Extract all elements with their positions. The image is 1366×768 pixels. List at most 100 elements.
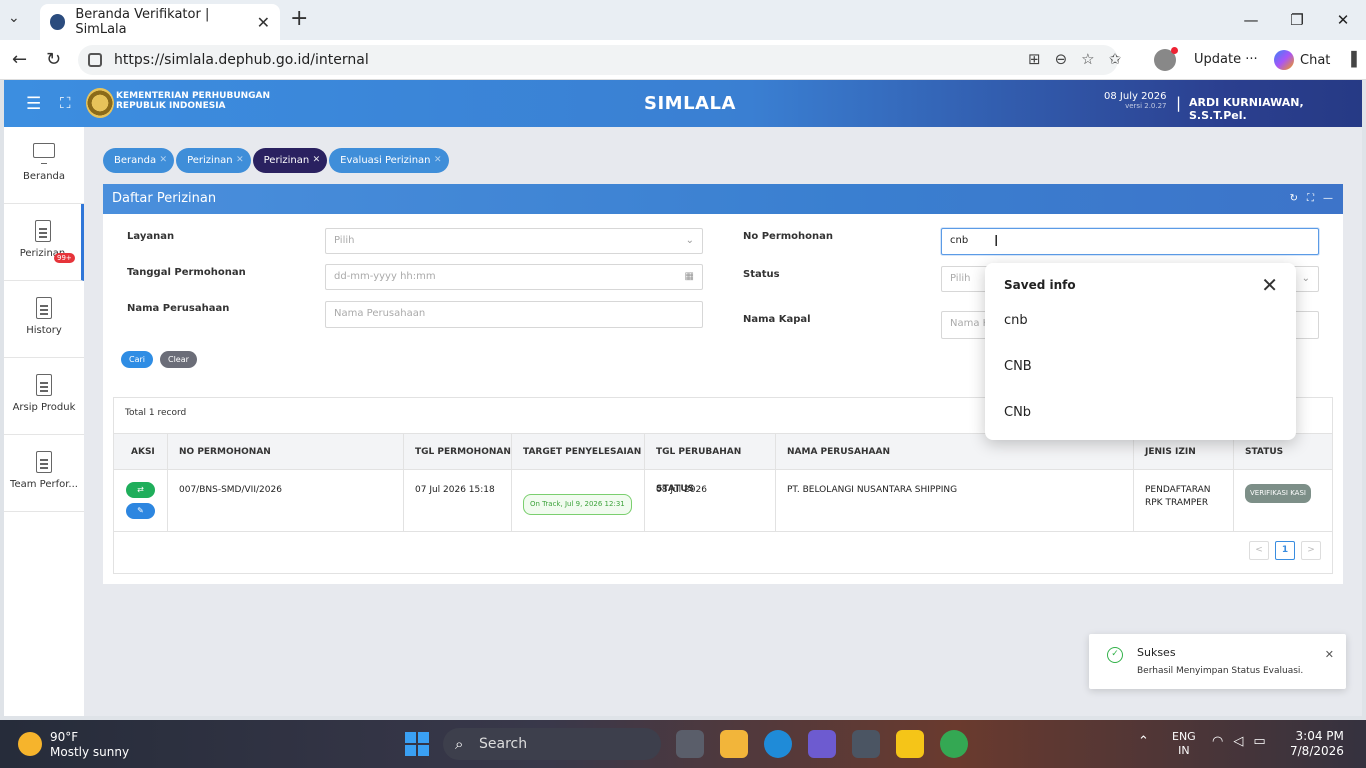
document-icon bbox=[36, 297, 52, 319]
text-cursor-icon: I bbox=[994, 232, 999, 250]
zoom-icon[interactable]: ⊖ bbox=[1055, 50, 1068, 68]
layanan-select[interactable]: Pilih ⌄ bbox=[325, 228, 703, 254]
battery-icon[interactable]: ▭ bbox=[1253, 734, 1265, 749]
system-tray: ⌃ bbox=[1138, 734, 1149, 749]
prev-page-button[interactable]: < bbox=[1249, 541, 1269, 560]
table-row: ⇄ ✎ 007/BNS-SMD/VII/2026 07 Jul 2026 15:… bbox=[114, 470, 1332, 532]
browser-tab[interactable]: Beranda Verifikator | SimLala ✕ bbox=[40, 4, 280, 40]
language-indicator[interactable]: ENG IN bbox=[1172, 730, 1196, 758]
tanggal-permohonan-label: Tanggal Permohonan bbox=[127, 267, 246, 278]
crumb-label: Evaluasi Perizinan bbox=[340, 155, 431, 166]
close-crumb-icon[interactable]: ✕ bbox=[160, 148, 168, 173]
autofill-option[interactable]: CNb bbox=[1004, 405, 1031, 420]
autofill-option[interactable]: cnb bbox=[1004, 313, 1028, 328]
weather-widget[interactable]: 90°F Mostly sunny bbox=[18, 730, 129, 760]
ministry-line1: KEMENTERIAN PERHUBUNGAN bbox=[116, 91, 271, 101]
sidebar-item-label: History bbox=[26, 325, 62, 336]
document-icon bbox=[36, 451, 52, 473]
minimize-icon[interactable]: — bbox=[1228, 0, 1274, 40]
cari-button[interactable]: Cari bbox=[121, 351, 153, 368]
browser-tabstrip: ⌄ Beranda Verifikator | SimLala ✕ + — ❐ … bbox=[0, 0, 1366, 40]
taskbar-search[interactable]: ⌕ Search bbox=[443, 728, 661, 760]
url-bar[interactable]: https://simlala.dephub.go.id/internal bbox=[78, 45, 1118, 75]
lang-primary: ENG bbox=[1172, 730, 1196, 743]
swap-action-button[interactable]: ⇄ bbox=[126, 482, 155, 498]
autofill-option[interactable]: CNB bbox=[1004, 359, 1032, 374]
update-button[interactable]: Update ··· bbox=[1194, 52, 1258, 67]
close-crumb-icon[interactable]: ✕ bbox=[434, 148, 442, 173]
crumb-perizinan-active[interactable]: Perizinan ✕ bbox=[252, 148, 328, 173]
close-window-icon[interactable]: ✕ bbox=[1320, 0, 1366, 40]
chat-label: Chat bbox=[1300, 52, 1331, 68]
nama-perusahaan-label: Nama Perusahaan bbox=[127, 303, 230, 314]
next-page-button[interactable]: > bbox=[1301, 541, 1321, 560]
crumb-evaluasi-perizinan[interactable]: Evaluasi Perizinan ✕ bbox=[329, 148, 449, 173]
nama-kapal-placeholder: Nama K bbox=[950, 318, 990, 329]
hamburger-menu-icon[interactable]: ☰ bbox=[26, 94, 41, 114]
collapse-panel-icon[interactable]: — bbox=[1323, 184, 1333, 214]
status-cell: VERIFIKASI KASI bbox=[1234, 470, 1332, 532]
app-available-icon[interactable]: ⊞ bbox=[1028, 50, 1041, 68]
tab-list-chevron-icon[interactable]: ⌄ bbox=[8, 10, 20, 26]
refresh-icon[interactable]: ↻ bbox=[46, 49, 61, 70]
chevron-down-icon: ⌄ bbox=[685, 235, 694, 246]
sticky-notes-icon[interactable] bbox=[896, 730, 924, 758]
col-no-permohonan: NO PERMOHONAN bbox=[168, 434, 404, 471]
close-icon[interactable]: ✕ bbox=[1261, 273, 1278, 297]
clock-date: 7/8/2026 bbox=[1290, 744, 1344, 758]
new-tab-icon[interactable]: + bbox=[290, 6, 308, 31]
sidebar-item-history[interactable]: History bbox=[4, 281, 84, 358]
tanggal-permohonan-input[interactable]: dd-mm-yyyy hh:mm ▦ bbox=[325, 264, 703, 290]
expand-panel-icon[interactable]: ⛶ bbox=[1307, 184, 1314, 214]
sidebar-toggle-icon[interactable]: ▌ bbox=[1351, 52, 1362, 68]
task-view-icon[interactable] bbox=[676, 730, 704, 758]
page-button-current[interactable]: 1 bbox=[1275, 541, 1295, 560]
back-icon[interactable]: ← bbox=[12, 49, 27, 70]
profile-avatar[interactable] bbox=[1154, 47, 1178, 71]
header-separator: | bbox=[1176, 94, 1182, 112]
sidebar-item-team-performance[interactable]: Team Perfor... bbox=[4, 435, 84, 512]
refresh-panel-icon[interactable]: ↻ bbox=[1290, 184, 1298, 214]
close-crumb-icon[interactable]: ✕ bbox=[236, 148, 244, 173]
wifi-icon[interactable]: ◠ bbox=[1212, 734, 1223, 749]
sidebar-item-perizinan[interactable]: Perizinan 99+ bbox=[4, 204, 84, 281]
site-info-icon[interactable] bbox=[88, 53, 102, 67]
file-explorer-icon[interactable] bbox=[720, 730, 748, 758]
check-circle-icon: ✓ bbox=[1107, 647, 1123, 663]
col-aksi: AKSI bbox=[114, 434, 168, 471]
crumb-perizinan[interactable]: Perizinan ✕ bbox=[176, 148, 251, 173]
chrome-icon[interactable] bbox=[940, 730, 968, 758]
tab-title: Beranda Verifikator | SimLala bbox=[75, 7, 210, 37]
user-name[interactable]: ARDI KURNIAWAN, S.S.T.Pel. bbox=[1189, 96, 1362, 122]
edit-action-button[interactable]: ✎ bbox=[126, 503, 155, 519]
volume-icon[interactable]: ◁ bbox=[1233, 734, 1243, 749]
copilot-chat-button[interactable]: Chat bbox=[1274, 50, 1330, 70]
camera-icon[interactable] bbox=[852, 730, 880, 758]
calendar-icon[interactable]: ▦ bbox=[685, 265, 694, 289]
site-favicon-icon bbox=[50, 14, 66, 30]
close-tab-icon[interactable]: ✕ bbox=[257, 13, 270, 32]
sidebar-item-beranda[interactable]: Beranda bbox=[4, 127, 84, 204]
edge-icon[interactable] bbox=[764, 730, 792, 758]
windows-start-icon[interactable] bbox=[405, 732, 429, 756]
fullscreen-icon[interactable]: ⛶ bbox=[60, 94, 71, 112]
close-crumb-icon[interactable]: ✕ bbox=[313, 148, 321, 173]
nama-perusahaan-placeholder: Nama Perusahaan bbox=[334, 308, 426, 319]
favorites-icon[interactable]: ✩ bbox=[1109, 50, 1122, 68]
restore-icon[interactable]: ❐ bbox=[1274, 0, 1320, 40]
sidebar-item-label: Arsip Produk bbox=[12, 402, 76, 413]
clock[interactable]: 3:04 PM 7/8/2026 bbox=[1290, 729, 1344, 759]
copilot-app-icon[interactable] bbox=[808, 730, 836, 758]
sun-icon bbox=[18, 732, 42, 756]
layanan-label: Layanan bbox=[127, 231, 175, 242]
favorite-star-icon[interactable]: ☆ bbox=[1081, 50, 1094, 68]
nama-perusahaan-input[interactable]: Nama Perusahaan bbox=[325, 301, 703, 328]
tray-chevron-icon[interactable]: ⌃ bbox=[1138, 734, 1149, 749]
crumb-beranda[interactable]: Beranda ✕ bbox=[103, 148, 175, 173]
panel-title: Daftar Perizinan bbox=[112, 191, 217, 206]
sidebar-item-arsip-produk[interactable]: Arsip Produk bbox=[4, 358, 84, 435]
tgl-permohonan-cell: 07 Jul 2026 15:18 bbox=[404, 470, 512, 532]
clear-button[interactable]: Clear bbox=[160, 351, 197, 368]
aksi-cell: ⇄ ✎ bbox=[114, 470, 168, 532]
close-toast-icon[interactable]: ✕ bbox=[1325, 648, 1334, 661]
